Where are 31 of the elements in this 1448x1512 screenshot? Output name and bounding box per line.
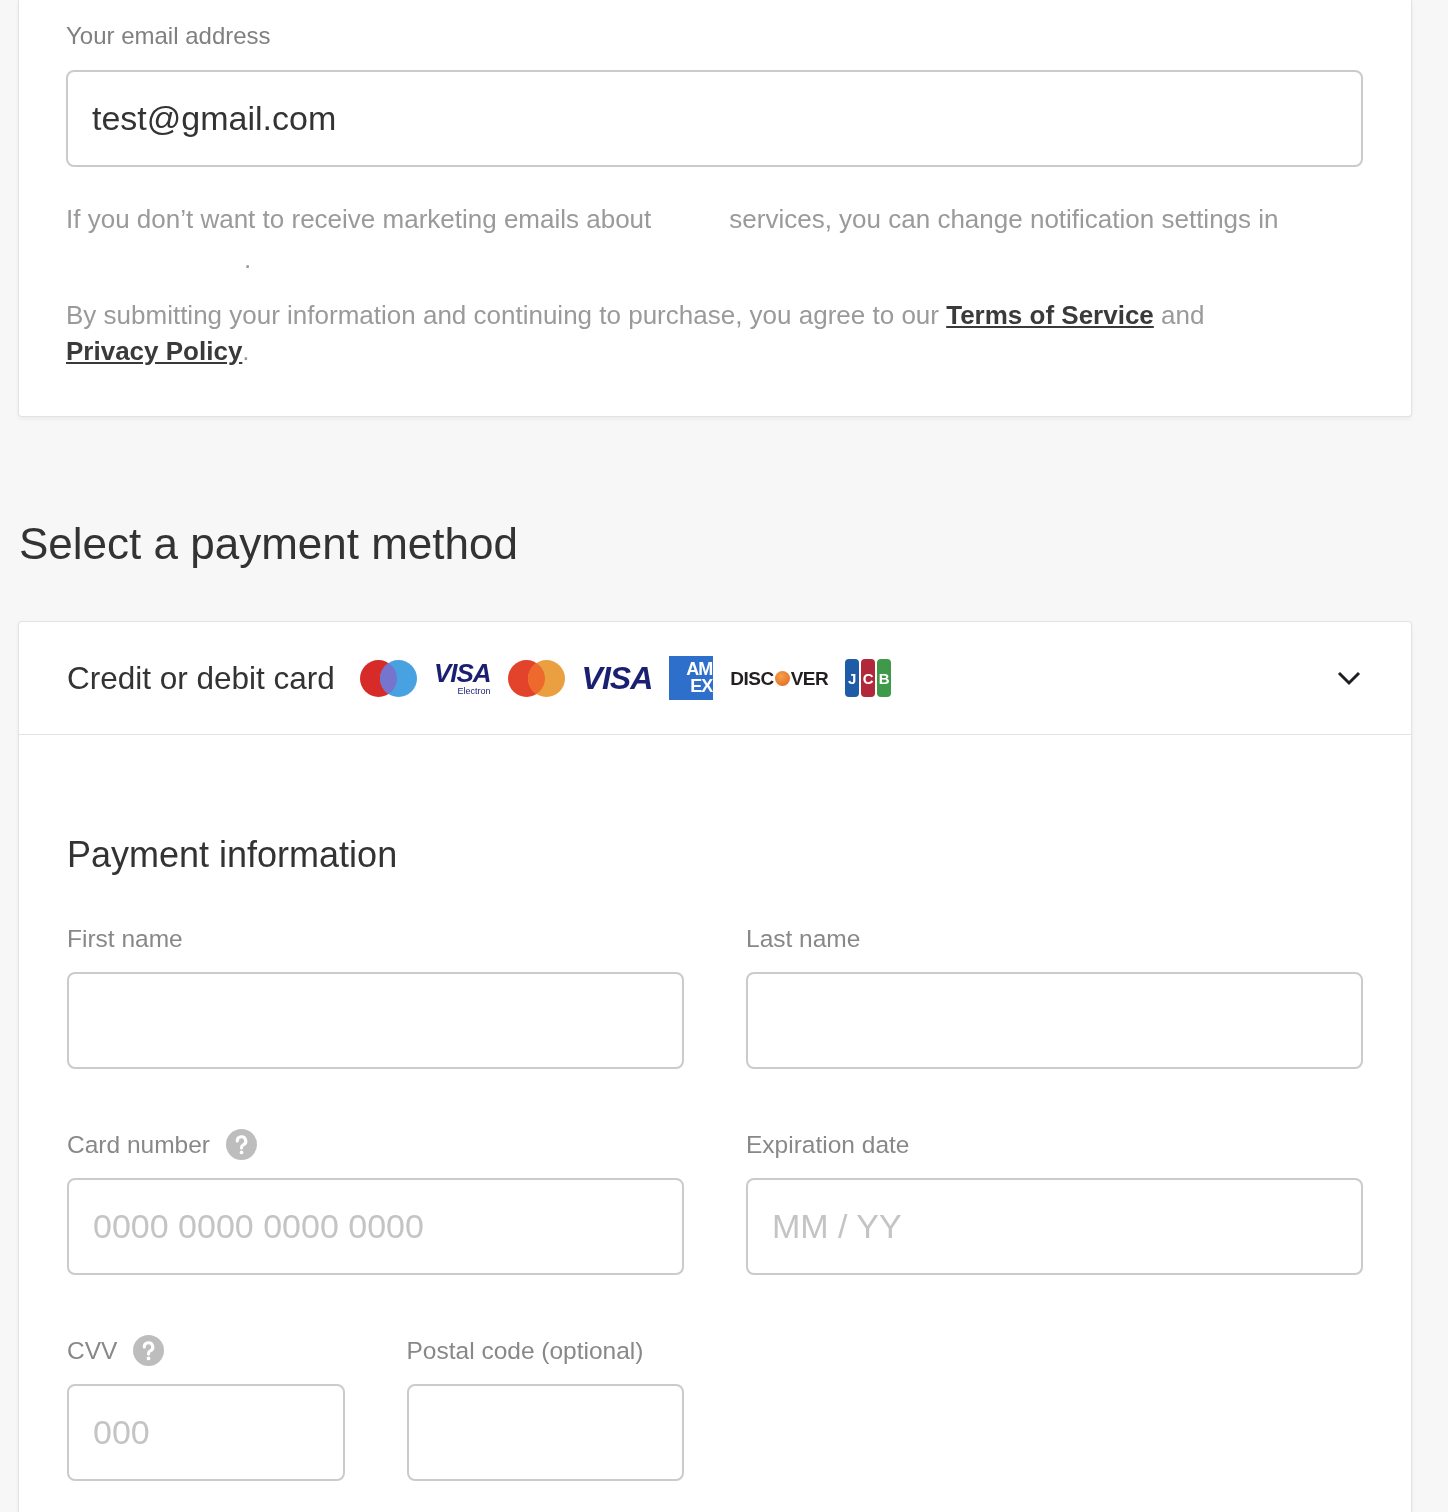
help-icon[interactable] — [226, 1129, 257, 1160]
marketing-note: If you don’t want to receive marketing emails about services, you can change notification settings in . — [66, 203, 1280, 276]
overlapping-circles-icon — [359, 659, 417, 697]
field-label: Your email address — [66, 22, 272, 50]
text-field[interactable] — [67, 972, 684, 1069]
section-heading: Select a payment method — [19, 518, 519, 570]
email-field[interactable]: test@gmail.com — [66, 70, 1363, 167]
help-icon[interactable] — [133, 1335, 165, 1366]
discover-logo: DISC VER — [730, 668, 829, 688]
privacy-link[interactable]: Privacy Policy — [66, 336, 243, 366]
field-label: First name — [67, 924, 183, 953]
text-field[interactable] — [406, 1384, 684, 1481]
field-label: Last name — [746, 924, 861, 953]
field-label: CVV — [67, 1336, 118, 1365]
visa-electron-logo: VISA Electron — [433, 660, 491, 696]
text-field[interactable]: 000 — [67, 1384, 345, 1481]
field-label: Postal code (optional) — [406, 1336, 644, 1365]
terms-link[interactable]: Terms of Service — [946, 300, 1154, 330]
text-field[interactable] — [746, 972, 1363, 1069]
payment-method-label: Credit or debit card — [67, 659, 335, 697]
field-label: Expiration date — [746, 1130, 910, 1159]
text-field[interactable]: MM / YY — [746, 1178, 1363, 1275]
visa-logo: VISA — [581, 662, 653, 694]
terms-text: By submitting your information and continuing to purchase, you agree to our Terms of Service and Privacy Policy. — [66, 299, 1206, 368]
field-label: Card number — [67, 1130, 210, 1159]
form-title: Payment information — [67, 833, 399, 877]
jcb-logo: J C B — [845, 659, 892, 697]
text-field[interactable]: 0000 0000 0000 0000 — [67, 1178, 684, 1275]
chevron-down-icon[interactable] — [1337, 670, 1361, 686]
amex-logo: AM EX — [669, 656, 714, 700]
overlapping-circles-icon — [507, 659, 565, 697]
